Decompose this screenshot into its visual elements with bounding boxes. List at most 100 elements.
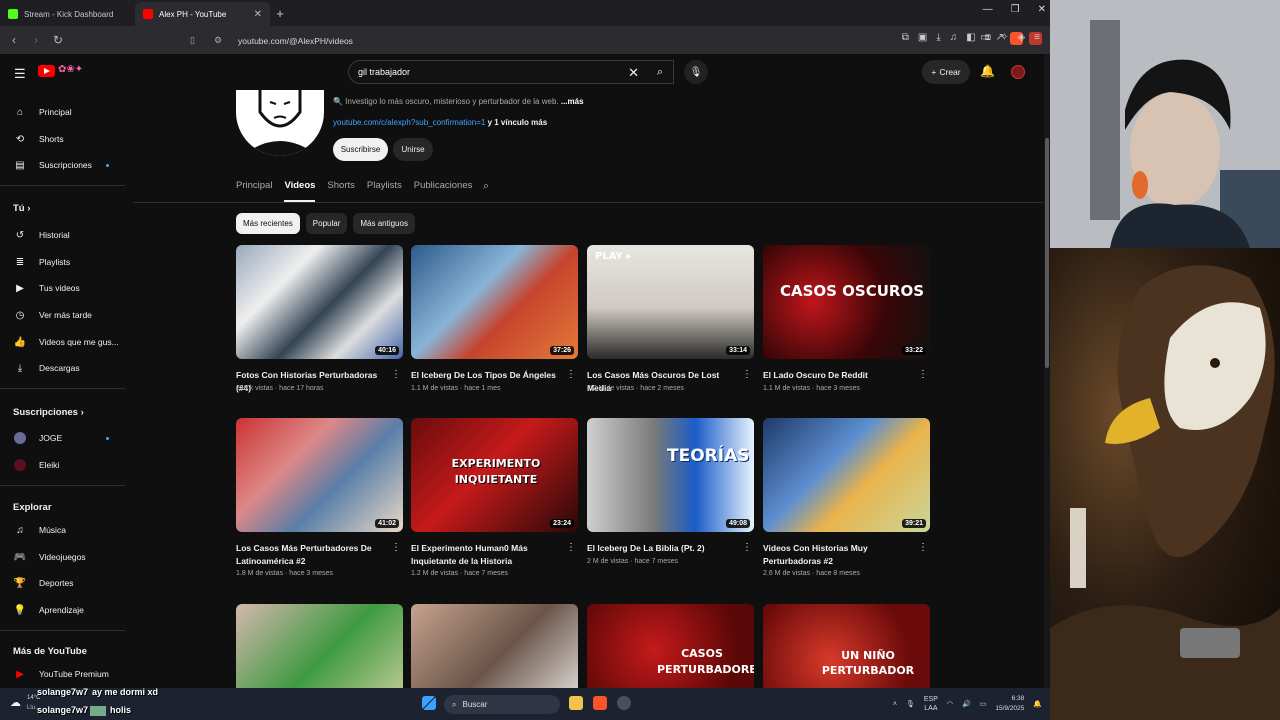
- tab-principal[interactable]: Principal: [236, 180, 272, 202]
- video-card[interactable]: 37:26 El Iceberg De Los Tipos De Ángeles ⋮…: [411, 245, 579, 392]
- video-thumbnail[interactable]: CASOS PERTURBADORES: [587, 604, 754, 688]
- extensions-icon[interactable]: ⧉: [902, 32, 909, 43]
- more-options-icon[interactable]: ⋮: [391, 542, 401, 553]
- weather-icon[interactable]: ☁: [10, 696, 21, 709]
- more-options-icon[interactable]: ⋮: [742, 542, 752, 553]
- battery-icon[interactable]: ▭: [980, 700, 987, 708]
- sidebar-item-music[interactable]: ♫ Música: [0, 518, 125, 542]
- microphone-icon[interactable]: 🎙: [906, 700, 915, 708]
- video-title[interactable]: Videos Con Historias Muy Perturbadoras #…: [763, 542, 913, 568]
- downloads-icon[interactable]: ⤓: [936, 32, 940, 43]
- scrollbar-thumb[interactable]: [1045, 138, 1049, 368]
- video-title[interactable]: Los Casos Más Perturbadores De Latinoamé…: [236, 542, 386, 568]
- site-info-icon[interactable]: ⚙: [214, 35, 228, 46]
- sidebar-item-premium[interactable]: ▶ YouTube Premium: [0, 662, 125, 686]
- sidebar-item-history[interactable]: ↺ Historial: [0, 223, 125, 247]
- wallet-icon[interactable]: ▣: [918, 32, 927, 43]
- video-thumbnail[interactable]: 41:02: [236, 418, 403, 532]
- tab-publicaciones[interactable]: Publicaciones: [414, 180, 473, 202]
- windows-start-icon[interactable]: [422, 696, 436, 710]
- sidebar-sub-joge[interactable]: JOGE: [0, 426, 125, 450]
- tab-shorts[interactable]: Shorts: [327, 180, 354, 202]
- video-card[interactable]: 41:02 Los Casos Más Perturbadores De Lati…: [236, 418, 404, 577]
- vpn-icon[interactable]: ◈: [1017, 32, 1025, 43]
- forward-icon[interactable]: ›: [28, 33, 44, 47]
- more-options-icon[interactable]: ⋮: [566, 542, 576, 553]
- video-title[interactable]: El Iceberg De Los Tipos De Ángeles: [411, 369, 561, 382]
- video-card[interactable]: TEORÍAS 49:08 El Iceberg De La Biblia (Pt.…: [587, 418, 755, 565]
- tab-videos[interactable]: Videos: [284, 180, 316, 202]
- volume-icon[interactable]: 🔊: [962, 700, 971, 708]
- address-bar[interactable]: ▯ ⚙ youtube.com/@AlexPH/videos: [190, 32, 802, 49]
- more-links[interactable]: y 1 vínculo más: [488, 118, 548, 127]
- sidebar-item-gaming[interactable]: 🎮 Videojuegos: [0, 545, 125, 569]
- notifications-bell-icon[interactable]: 🔔: [980, 64, 995, 78]
- tab-playlists[interactable]: Playlists: [367, 180, 402, 202]
- more-options-icon[interactable]: ⋮: [566, 369, 576, 380]
- chevron-up-icon[interactable]: ˄: [893, 701, 897, 708]
- video-title[interactable]: El Lado Oscuro De Reddit: [763, 369, 913, 382]
- join-button[interactable]: Unirse: [393, 138, 433, 161]
- video-thumbnail[interactable]: PLAY ▸ 33:14: [587, 245, 754, 359]
- video-card[interactable]: CASOS PERTURBADORES: [587, 604, 755, 688]
- video-thumbnail[interactable]: UN NIÑO PERTURBADOR: [763, 604, 930, 688]
- subscribe-button[interactable]: Suscribirse: [333, 138, 388, 161]
- brave-browser-icon[interactable]: [593, 696, 607, 710]
- video-card[interactable]: PLAY ▸ 33:14 Los Casos Más Oscuros De Lost…: [587, 245, 755, 393]
- search-input[interactable]: gil trabajador ✕: [348, 60, 674, 84]
- video-thumbnail[interactable]: 40:16: [236, 245, 403, 359]
- youtube-logo[interactable]: ✿❀✦: [38, 64, 92, 78]
- video-card[interactable]: [411, 604, 579, 688]
- reload-icon[interactable]: ↻: [50, 33, 66, 47]
- sidebar-item-principal[interactable]: ⌂ Principal: [0, 100, 125, 124]
- channel-description[interactable]: 🔍 Investigo lo más oscuro, misterioso y …: [333, 97, 584, 106]
- more-options-icon[interactable]: ⋮: [918, 369, 928, 380]
- close-tab-icon[interactable]: ✕: [254, 9, 262, 20]
- description-more-link[interactable]: ...más: [561, 97, 584, 106]
- back-icon[interactable]: ‹: [6, 33, 22, 47]
- browser-tab-kick[interactable]: Stream - Kick Dashboard: [0, 2, 135, 26]
- sidebar-item-subscriptions[interactable]: ▤ Suscripciones: [0, 153, 125, 177]
- channel-link[interactable]: youtube.com/c/alexph?sub_confirmation=1 …: [333, 118, 547, 127]
- clock[interactable]: 6:38 15/9/2025: [995, 694, 1024, 714]
- sidebar-item-watch-later[interactable]: ◷ Ver más tarde: [0, 303, 125, 327]
- obs-icon[interactable]: [617, 696, 631, 710]
- hamburger-menu-icon[interactable]: ☰: [14, 66, 26, 82]
- video-thumbnail[interactable]: TEORÍAS 49:08: [587, 418, 754, 532]
- bookmark-icon[interactable]: ▯: [190, 35, 204, 46]
- video-card[interactable]: UN NIÑO PERTURBADOR: [763, 604, 931, 688]
- more-options-icon[interactable]: ⋮: [918, 542, 928, 553]
- sidebar-item-shorts[interactable]: ⟲ Shorts: [0, 127, 125, 151]
- sidebar-item-liked-videos[interactable]: 👍 Videos que me gus...: [0, 330, 125, 354]
- maximize-icon[interactable]: ❐: [1011, 4, 1020, 15]
- notifications-icon[interactable]: 🔔: [1033, 700, 1042, 708]
- sidebar-item-downloads[interactable]: ⤓ Descargas: [0, 356, 125, 380]
- sidebar-subscriptions-header[interactable]: Suscripciones ›: [13, 407, 84, 418]
- file-explorer-icon[interactable]: [569, 696, 583, 710]
- video-card[interactable]: CASOS OSCUROS 33:22 El Lado Oscuro De Redd…: [763, 245, 931, 392]
- channel-link-url[interactable]: youtube.com/c/alexph?sub_confirmation=1: [333, 118, 485, 127]
- close-window-icon[interactable]: ✕: [1038, 4, 1046, 15]
- channel-avatar[interactable]: [236, 90, 324, 156]
- sidebar-item-learning[interactable]: 💡 Aprendizaje: [0, 598, 125, 622]
- video-card[interactable]: EXPERIMENTO INQUIETANTE 23:24 El Experimen…: [411, 418, 579, 577]
- leo-icon[interactable]: ✧: [1000, 32, 1008, 43]
- video-thumbnail[interactable]: 39:21: [763, 418, 930, 532]
- language-indicator[interactable]: ESP LAA: [924, 695, 938, 713]
- menu-icon[interactable]: ≡: [1034, 32, 1040, 43]
- media-icon[interactable]: ♫: [950, 32, 958, 43]
- sidebar-icon[interactable]: ◧: [966, 32, 975, 43]
- more-options-icon[interactable]: ⋮: [391, 369, 401, 380]
- video-thumbnail[interactable]: EXPERIMENTO INQUIETANTE 23:24: [411, 418, 578, 532]
- chip-recent[interactable]: Más recientes: [236, 213, 300, 234]
- video-card[interactable]: 40:16 Fotos Con Historias Perturbadoras (…: [236, 245, 404, 393]
- wifi-icon[interactable]: ◠: [947, 700, 953, 708]
- chip-popular[interactable]: Popular: [305, 213, 348, 234]
- tabs-icon[interactable]: ⧈: [985, 32, 991, 43]
- video-card[interactable]: 39:21 Videos Con Historias Muy Perturbado…: [763, 418, 931, 577]
- account-avatar[interactable]: [1011, 65, 1025, 79]
- channel-search-icon[interactable]: ⌕: [483, 180, 489, 193]
- clear-search-icon[interactable]: ✕: [628, 65, 639, 81]
- video-title[interactable]: El Iceberg De La Biblia (Pt. 2): [587, 542, 737, 555]
- sidebar-item-sports[interactable]: 🏆 Deportes: [0, 571, 125, 595]
